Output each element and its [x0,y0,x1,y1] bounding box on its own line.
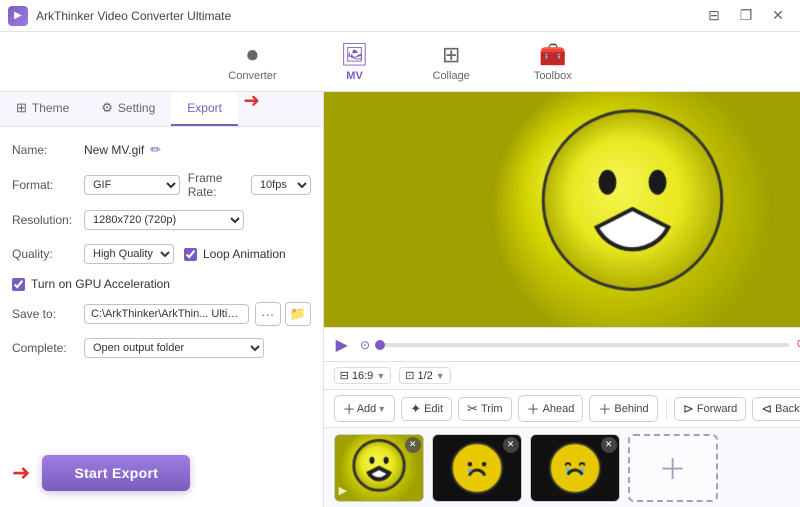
edit-name-icon[interactable]: ✏ [150,142,161,158]
browse-more-button[interactable]: ··· [255,302,281,326]
forward-icon: ⊳ [683,401,694,417]
right-panel: ▶ ⊙ 00:00:00.00/00:00:15.00 🔊 ⊟ 16:9 ▼ ⊡… [324,92,800,507]
add-icon: ＋ [343,399,356,418]
titlebar: ▶ ArkThinker Video Converter Ultimate ⊟ … [0,0,800,32]
progress-bar[interactable] [380,343,789,347]
settings-form: Name: New MV.gif ✏ Format: GIF MP4 MOV A… [0,127,323,439]
stop-button[interactable]: ⊙ [358,338,372,352]
theme-tab-icon: ⊞ [16,100,27,116]
export-area: ➜ Start Export [0,439,323,507]
saveto-path-input[interactable] [84,304,249,324]
add-media-button[interactable]: ＋ [628,434,718,502]
setting-tab-icon: ⚙ [101,100,113,116]
app-icon: ▶ [8,6,28,26]
gpu-checkbox[interactable] [12,278,25,291]
remove-thumb-1[interactable]: ✕ [405,437,421,453]
film-thumb-3: ✕ [530,434,620,502]
tab-theme[interactable]: ⊞ Theme [0,92,85,126]
nav-collage[interactable]: ⊞ Collage [421,38,482,86]
preview-canvas [324,92,800,327]
tab-setting[interactable]: ⚙ Setting [85,92,171,126]
maximize-button[interactable]: ❐ [732,6,760,26]
filmstrip: ✕ ▶ ✕ ✕ ＋ [324,427,800,507]
loop-animation-label[interactable]: Loop Animation [184,247,286,261]
start-export-button[interactable]: Start Export [42,455,190,491]
browse-folder-button[interactable]: 📁 [285,302,311,326]
loop-animation-checkbox[interactable] [184,248,197,261]
name-row: Name: New MV.gif ✏ [12,137,311,163]
top-navigation: ⏺ Converter 🖼 MV ⊞ Collage 🧰 Toolbox [0,32,800,92]
film-thumb-1: ✕ ▶ [334,434,424,502]
forward-button[interactable]: ⊳ Forward [674,397,746,421]
behind-button[interactable]: ＋ Behind [589,395,657,422]
film-thumb-2: ✕ [432,434,522,502]
trim-button[interactable]: ✂ Trim [458,397,512,421]
settings-tabs: ⊞ Theme ⚙ Setting Export ➜ [0,92,323,127]
left-panel: ⊞ Theme ⚙ Setting Export ➜ Name: New MV.… [0,92,324,507]
resolution-select[interactable]: 1280x720 (720p) 1920x1080 (1080p) 640x48… [84,210,244,230]
name-value: New MV.gif [84,143,144,157]
backward-icon: ⊲ [761,401,772,417]
scale-arrow: ▼ [436,371,445,381]
minimize-button[interactable]: ⊟ [700,6,728,26]
tab-export[interactable]: Export ➜ [171,92,238,126]
aspect-ratio-icon: ⊟ [340,369,349,382]
quality-select[interactable]: High Quality Medium Quality Low Quality [84,244,174,264]
remove-thumb-2[interactable]: ✕ [503,437,519,453]
play-thumb-1[interactable]: ▶ [339,484,347,497]
gpu-row: Turn on GPU Acceleration [12,275,311,293]
nav-converter[interactable]: ⏺ Converter [216,38,288,86]
play-button[interactable]: ▶ [334,335,350,355]
complete-row: Complete: Open output folder Do nothing [12,335,311,361]
toolbox-icon: 🧰 [539,42,566,68]
mv-icon: 🖼 [341,42,369,68]
add-arrow: ▼ [377,404,386,414]
app-title: ArkThinker Video Converter Ultimate [36,9,700,23]
complete-select[interactable]: Open output folder Do nothing [84,338,264,358]
converter-icon: ⏺ [247,42,258,68]
backward-button[interactable]: ⊲ Backward [752,397,800,421]
player-options: ⊟ 16:9 ▼ ⊡ 1/2 ▼ Start Export [324,361,800,389]
scale-select[interactable]: ⊡ 1/2 ▼ [399,367,450,384]
resolution-row: Resolution: 1280x720 (720p) 1920x1080 (1… [12,207,311,233]
preview-area [324,92,800,327]
main-content: ⊞ Theme ⚙ Setting Export ➜ Name: New MV.… [0,92,800,507]
trim-icon: ✂ [467,401,478,417]
nav-mv[interactable]: 🖼 MV [329,38,381,86]
remove-thumb-3[interactable]: ✕ [601,437,617,453]
behind-icon: ＋ [598,399,611,418]
format-row: Format: GIF MP4 MOV AVI Frame Rate: 10fp… [12,171,311,199]
aspect-ratio-select[interactable]: ⊟ 16:9 ▼ [334,367,392,384]
collage-icon: ⊞ [442,42,460,68]
add-button[interactable]: ＋ Add ▼ [334,395,396,422]
scale-icon: ⊡ [405,369,414,382]
quality-row: Quality: High Quality Medium Quality Low… [12,241,311,267]
saveto-row: Save to: ··· 📁 [12,301,311,327]
framerate-select[interactable]: 10fps 24fps 30fps 60fps [251,175,311,195]
player-controls: ▶ ⊙ 00:00:00.00/00:00:15.00 🔊 [324,327,800,361]
ahead-icon: ＋ [527,399,540,418]
bottom-toolbar: ＋ Add ▼ ✦ Edit ✂ Trim ＋ Ahead ＋ Behind [324,389,800,427]
export-arrow-indicator: ➜ [243,88,260,113]
window-controls: ⊟ ❐ ✕ [700,6,792,26]
gpu-label[interactable]: Turn on GPU Acceleration [12,277,170,291]
start-export-arrow: ➜ [12,460,30,486]
aspect-ratio-arrow: ▼ [376,371,385,381]
nav-toolbox[interactable]: 🧰 Toolbox [522,38,584,86]
edit-button[interactable]: ✦ Edit [401,397,452,421]
edit-icon: ✦ [410,401,421,417]
close-button[interactable]: ✕ [764,6,792,26]
progress-dot [375,340,385,350]
format-select[interactable]: GIF MP4 MOV AVI [84,175,180,195]
ahead-button[interactable]: ＋ Ahead [518,395,584,422]
